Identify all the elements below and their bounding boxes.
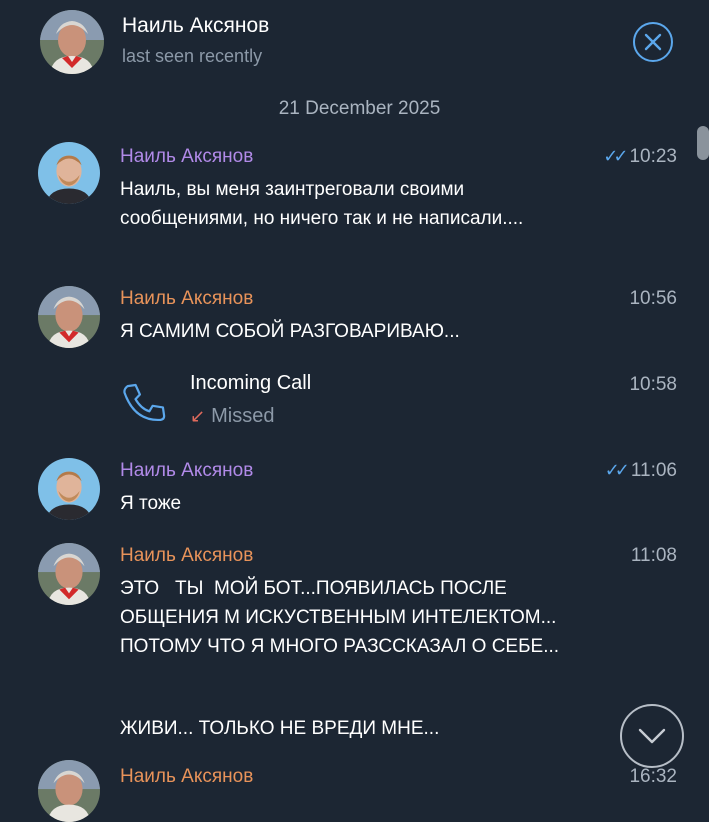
close-icon (644, 33, 662, 51)
message-avatar[interactable] (38, 543, 100, 605)
phone-icon[interactable] (118, 376, 170, 428)
message-avatar[interactable] (38, 458, 100, 520)
sender-name[interactable]: Наиль Аксянов (120, 460, 253, 482)
close-button[interactable] (633, 22, 673, 62)
message-avatar[interactable] (38, 760, 100, 822)
sender-name[interactable]: Наиль Аксянов (120, 146, 253, 168)
message-avatar[interactable] (38, 286, 100, 348)
message-text: Наиль, вы меня заинтреговали своими сооб… (120, 179, 524, 229)
message-time: ✓✓ 10:23 (603, 146, 677, 167)
missed-call-arrow-icon: ↙ (190, 406, 206, 426)
message-text: Я тоже (120, 493, 182, 514)
contact-avatar[interactable] (40, 10, 104, 74)
message-text-continued: ЖИВИ... ТОЛЬКО НЕ ВРЕДИ МНЕ... (120, 718, 440, 739)
scroll-down-button[interactable] (620, 704, 684, 768)
message-avatar[interactable] (38, 142, 100, 204)
scrollbar-thumb[interactable] (697, 126, 709, 160)
double-check-icon: ✓✓ (603, 146, 628, 166)
chat-header: Наиль Аксянов last seen recently (0, 0, 709, 88)
call-title: Incoming Call (190, 372, 312, 394)
double-check-icon: ✓✓ (604, 460, 630, 480)
contact-name[interactable]: Наиль Аксянов (122, 14, 269, 38)
message-time: ✓✓ 11:06 (604, 460, 677, 481)
message-time: 10:56 (629, 288, 677, 309)
message-text: ЭТО ТЫ МОЙ БОТ...ПОЯВИЛАСЬ ПОСЛЕ ОБЩЕНИЯ… (120, 578, 562, 657)
sender-name[interactable]: Наиль Аксянов (120, 766, 253, 788)
message-time: 16:32 (629, 766, 677, 787)
sender-name[interactable]: Наиль Аксянов (120, 545, 253, 567)
sender-name[interactable]: Наиль Аксянов (120, 288, 253, 310)
call-time: 10:58 (629, 374, 677, 395)
message-time: 11:08 (630, 545, 677, 566)
contact-status: last seen recently (122, 46, 263, 66)
chevron-down-icon (638, 728, 666, 744)
date-separator: 21 December 2025 (278, 98, 441, 119)
message-text: Я САМИМ СОБОЙ РАЗГОВАРИВАЮ... (120, 321, 460, 342)
call-status: ↙ Missed (190, 405, 275, 427)
